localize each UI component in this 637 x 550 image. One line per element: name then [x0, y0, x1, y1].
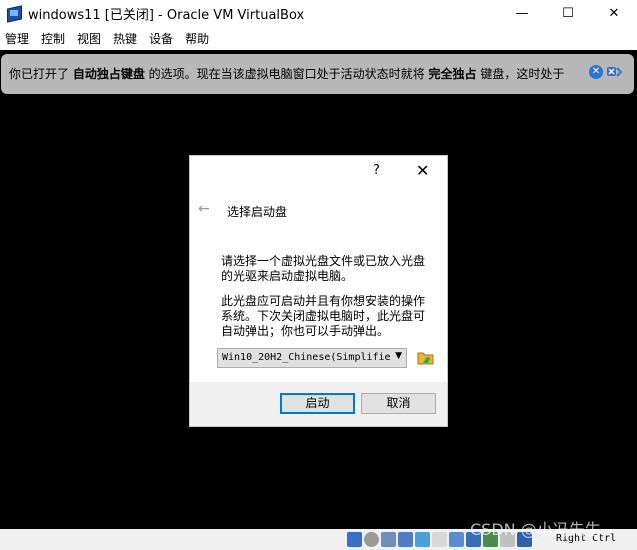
close-button[interactable]: ✕	[591, 0, 637, 26]
menu-item-control[interactable]: 控制	[36, 30, 72, 47]
chevron-down-icon: ▼	[395, 351, 402, 361]
menu-bar: 管理 控制 视图 热键 设备 帮助	[0, 26, 637, 50]
notice-text-part: 你已打开了	[9, 67, 73, 81]
boot-disk-select-value: Win10_20H2_Chinese(Simplifie	[222, 352, 390, 363]
menu-item-devices[interactable]: 设备	[144, 30, 180, 47]
notice-text-part: 的选项。现在当该虚拟电脑窗口处于活动状态时就将	[144, 67, 429, 81]
notice-message: 你已打开了 自动独占键盘 的选项。现在当该虚拟电脑窗口处于活动状态时就将 完全独…	[9, 65, 587, 82]
note-text: 此光盘应可启动并且有你想安装的操作系统。下次关闭虚拟电脑时，此光盘可自动弹出；你…	[221, 294, 426, 338]
audio-icon[interactable]	[381, 532, 396, 547]
dialog-content: ← 选择启动盘 请选择一个虚拟光盘文件或已放入光盘的光驱来启动虚拟电脑。 此光盘…	[190, 186, 447, 382]
select-boot-disk-dialog: ? ✕ ← 选择启动盘 请选择一个虚拟光盘文件或已放入光盘的光驱来启动虚拟电脑。…	[189, 155, 448, 427]
hard-disk-icon[interactable]	[347, 532, 362, 547]
folder-open-icon[interactable]	[417, 349, 435, 366]
shared-folders-icon[interactable]	[432, 532, 447, 547]
menu-item-help[interactable]: 帮助	[180, 30, 216, 47]
network-icon[interactable]	[398, 532, 413, 547]
help-button[interactable]: ?	[373, 163, 380, 178]
boot-disk-select[interactable]: Win10_20H2_Chinese(Simplifie ▼	[217, 348, 407, 368]
dialog-close-icon[interactable]: ✕	[416, 161, 429, 180]
keyboard-capture-notice: 你已打开了 自动独占键盘 的选项。现在当该虚拟电脑窗口处于活动状态时就将 完全独…	[1, 54, 634, 94]
usb-icon[interactable]	[415, 532, 430, 547]
window-title: windows11 [已关闭] - Oracle VM VirtualBox	[28, 7, 305, 23]
notice-bold-full-capture: 完全独占	[428, 67, 477, 81]
notice-do-not-show-icon[interactable]	[606, 64, 622, 80]
maximize-icon: ☐	[562, 5, 574, 21]
menu-item-view[interactable]: 视图	[72, 30, 108, 47]
display-icon[interactable]	[449, 532, 464, 547]
virtualbox-app-icon	[6, 5, 22, 23]
back-arrow-icon[interactable]: ←	[198, 201, 210, 217]
instruction-text: 请选择一个虚拟光盘文件或已放入光盘的光驱来启动虚拟电脑。	[221, 254, 426, 283]
close-icon: ✕	[608, 5, 620, 21]
notice-text-part: 键盘，这时处于	[476, 67, 565, 81]
maximize-button[interactable]: ☐	[545, 0, 591, 26]
optical-drive-icon[interactable]	[364, 532, 379, 547]
menu-item-hotkeys[interactable]: 热键	[108, 30, 144, 47]
start-button[interactable]: 启动	[280, 393, 355, 414]
dialog-heading: 选择启动盘	[227, 205, 288, 219]
minimize-button[interactable]: —	[499, 0, 545, 26]
minimize-icon: —	[515, 5, 529, 21]
cancel-button[interactable]: 取消	[361, 393, 436, 414]
watermark-text: CSDN @小冯先生	[470, 520, 601, 539]
dialog-title-bar: ? ✕	[190, 156, 447, 186]
notice-bold-auto-capture: 自动独占键盘	[72, 67, 145, 81]
title-bar: windows11 [已关闭] - Oracle VM VirtualBox —…	[0, 0, 637, 26]
notice-close-icon[interactable]: ✕	[589, 65, 603, 79]
menu-item-manage[interactable]: 管理	[0, 30, 36, 47]
